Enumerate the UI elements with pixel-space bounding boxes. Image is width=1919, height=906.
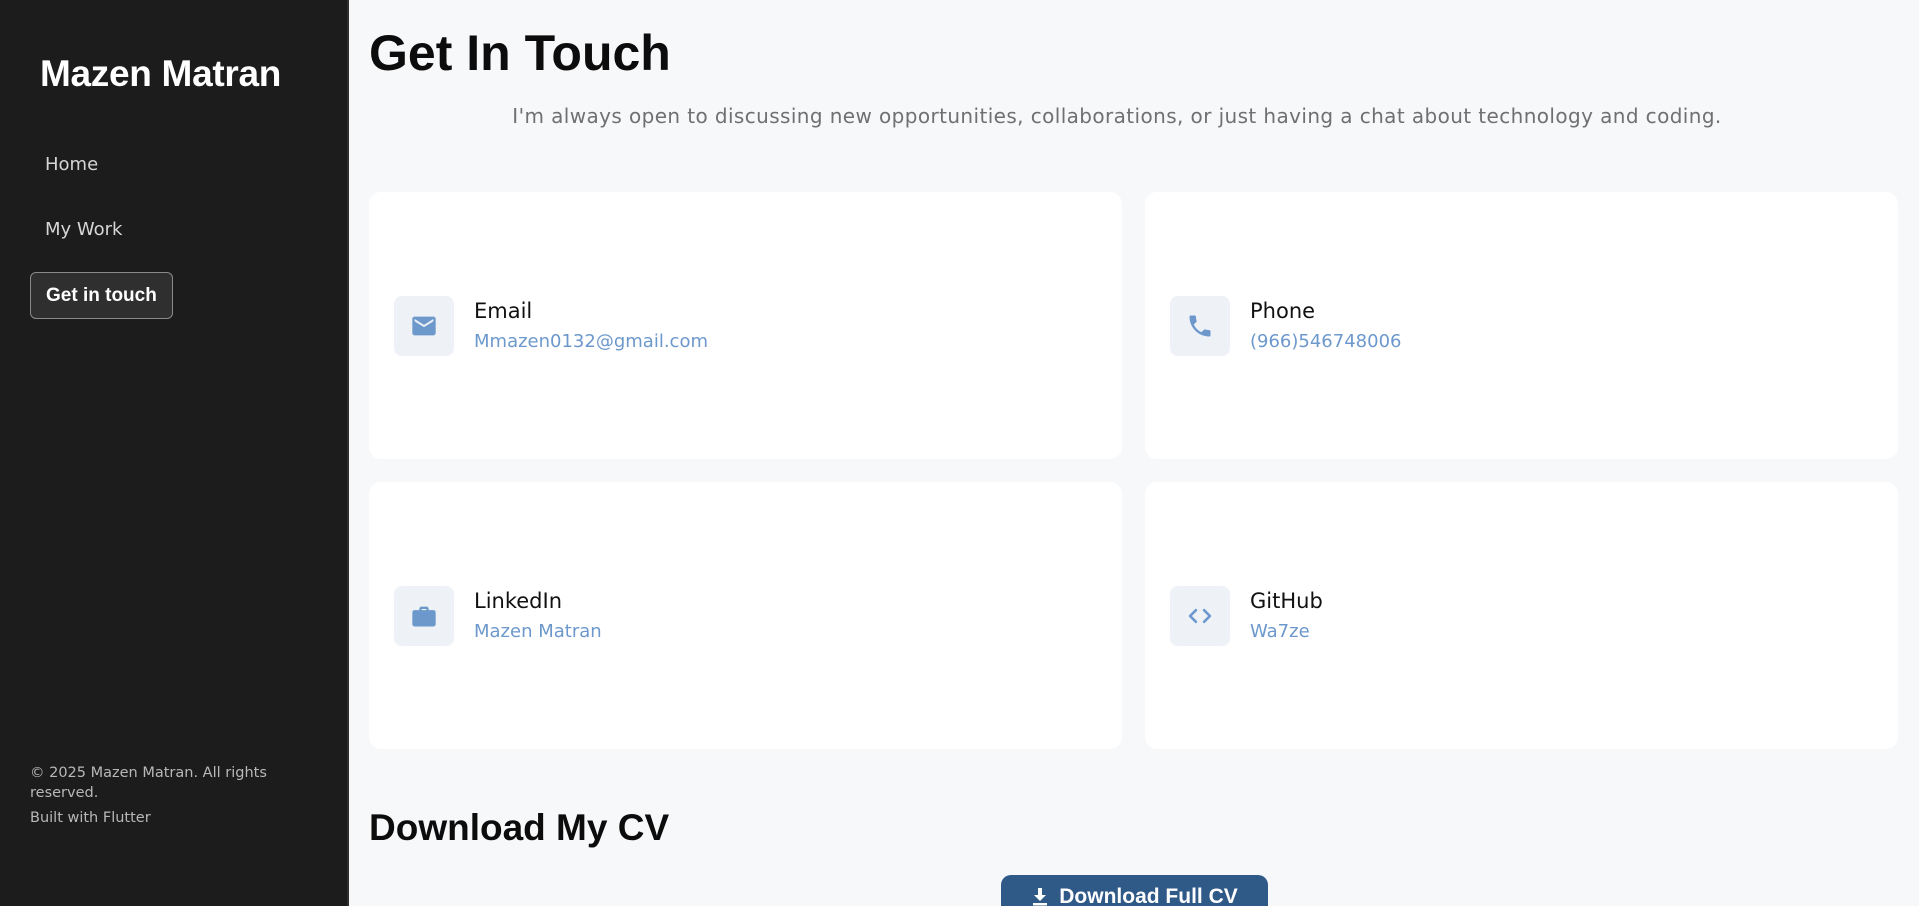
contact-card-github[interactable]: GitHub Wa7ze bbox=[1145, 482, 1898, 749]
contact-value-linkedin[interactable]: Mazen Matran bbox=[474, 621, 602, 642]
page-subtitle: I'm always open to discussing new opport… bbox=[512, 104, 1722, 128]
page-title: Get In Touch bbox=[369, 25, 671, 81]
brand-name: Mazen Matran bbox=[40, 53, 282, 94]
cv-section-title: Download My CV bbox=[369, 807, 670, 848]
envelope-icon bbox=[394, 295, 454, 356]
contact-card-phone[interactable]: Phone (966)546748006 bbox=[1145, 192, 1898, 459]
nav-item-home[interactable]: Home bbox=[30, 141, 113, 188]
contact-card-linkedin[interactable]: LinkedIn Mazen Matran bbox=[369, 482, 1122, 749]
contact-label: LinkedIn bbox=[474, 589, 563, 613]
app-root: Mazen Matran Home My Work Get in touch ©… bbox=[0, 0, 1919, 906]
download-cv-button[interactable]: Download Full CV bbox=[1001, 875, 1268, 906]
built-with-text: Built with Flutter bbox=[30, 810, 151, 826]
main-content: Get In Touch I'm always open to discussi… bbox=[349, 0, 1919, 906]
contact-value-phone[interactable]: (966)546748006 bbox=[1250, 331, 1401, 352]
nav-item-get-in-touch[interactable]: Get in touch bbox=[30, 272, 173, 319]
sidebar-footer: © 2025 Mazen Matran. All rights reserved… bbox=[30, 763, 300, 828]
contact-value-github[interactable]: Wa7ze bbox=[1250, 621, 1323, 642]
nav-item-my-work[interactable]: My Work bbox=[30, 206, 137, 253]
phone-icon bbox=[1170, 295, 1230, 356]
contact-label: GitHub bbox=[1250, 589, 1323, 613]
sidebar: Mazen Matran Home My Work Get in touch ©… bbox=[0, 0, 349, 906]
copyright-text: © 2025 Mazen Matran. All rights reserved… bbox=[30, 765, 267, 801]
contact-card-email[interactable]: Email Mmazen0132@gmail.com bbox=[369, 192, 1122, 459]
contact-label: Email bbox=[474, 299, 533, 323]
briefcase-icon bbox=[394, 585, 454, 646]
download-icon bbox=[1031, 885, 1049, 906]
download-cv-label: Download Full CV bbox=[1059, 885, 1238, 906]
contact-label: Phone bbox=[1250, 299, 1316, 323]
code-icon bbox=[1170, 585, 1230, 646]
contact-value-email[interactable]: Mmazen0132@gmail.com bbox=[474, 331, 708, 352]
